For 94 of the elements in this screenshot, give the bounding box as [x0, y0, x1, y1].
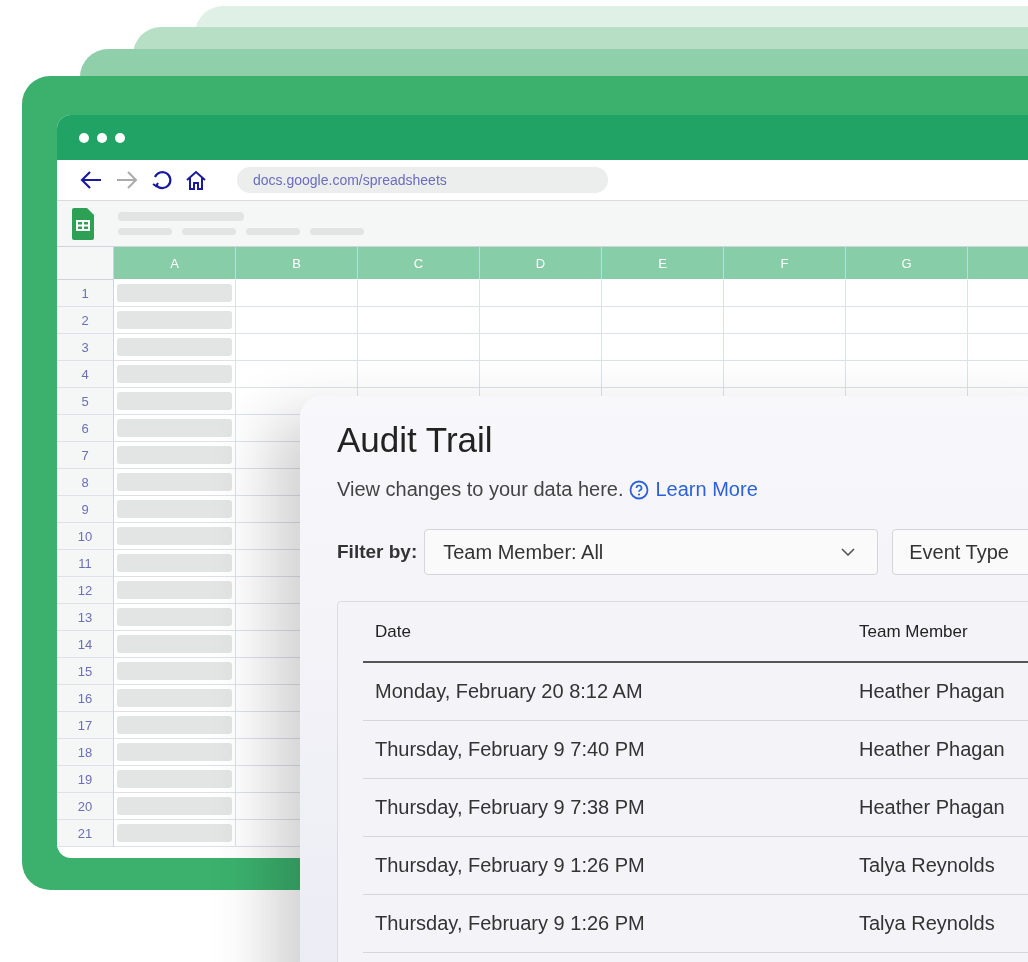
spreadsheet-cell[interactable] [724, 280, 846, 307]
spreadsheet-cell[interactable] [114, 307, 236, 334]
row-number[interactable]: 4 [57, 361, 114, 388]
table-cell-text: Thursday, February 9 1:26 PM [374, 854, 646, 877]
spreadsheet-cell[interactable] [480, 361, 602, 388]
row-number[interactable]: 19 [57, 766, 114, 793]
spreadsheet-cell[interactable] [114, 496, 236, 523]
filter-label: Filter by: [337, 541, 418, 563]
spreadsheet-cell[interactable] [236, 280, 358, 307]
filter-dropdown[interactable]: Event Type [892, 529, 1028, 575]
row-number[interactable]: 10 [57, 523, 114, 550]
table-header: Team Member [859, 621, 968, 642]
table-cell-text: Thursday, February 9 1:26 PM [374, 912, 646, 935]
row-number[interactable]: 18 [57, 739, 114, 766]
table-cell-text: Thursday, February 9 7:38 PM [374, 796, 646, 819]
row-number[interactable]: 17 [57, 712, 114, 739]
spreadsheet-cell[interactable] [114, 550, 236, 577]
spreadsheet-cell[interactable] [114, 739, 236, 766]
spreadsheet-cell[interactable] [114, 658, 236, 685]
table-cell-text: Thursday, February 9 7:40 PM [374, 738, 646, 761]
spreadsheet-cell[interactable] [480, 307, 602, 334]
table-cell-text: Monday, February 20 8:12 AM [374, 680, 644, 703]
row-number[interactable]: 5 [57, 388, 114, 415]
spreadsheet-cell[interactable] [358, 361, 480, 388]
table-cell: Heather Phagan [859, 680, 1005, 703]
table-cell: Talya Reynolds [859, 912, 995, 935]
spreadsheet-cell[interactable] [114, 388, 236, 415]
table-cell: Talya Reynolds [859, 854, 995, 877]
filter-dropdown[interactable]: Team Member: All [424, 529, 879, 575]
spreadsheet-cell[interactable] [114, 577, 236, 604]
spreadsheet-cell[interactable] [480, 334, 602, 361]
spreadsheet-cell[interactable] [114, 442, 236, 469]
row-number[interactable]: 11 [57, 550, 114, 577]
help-icon [629, 479, 650, 500]
row-number[interactable]: 20 [57, 793, 114, 820]
spreadsheet-cell[interactable] [114, 361, 236, 388]
address-bar[interactable]: docs.google.com/spreadsheets [237, 167, 608, 193]
spreadsheet-cell[interactable] [114, 334, 236, 361]
spreadsheet-cell[interactable] [114, 604, 236, 631]
forward-icon[interactable] [115, 170, 139, 190]
row-number[interactable]: 12 [57, 577, 114, 604]
spreadsheet-cell[interactable] [114, 280, 236, 307]
panel-title: Audit Trail [337, 420, 494, 460]
spreadsheet-cell[interactable] [358, 307, 480, 334]
spreadsheet-cell[interactable] [602, 334, 724, 361]
spreadsheet-cell[interactable] [846, 361, 968, 388]
table-cell: Heather Phagan [859, 738, 1005, 761]
spreadsheet-cell[interactable] [602, 280, 724, 307]
spreadsheet-cell[interactable] [846, 334, 968, 361]
row-number[interactable]: 9 [57, 496, 114, 523]
spreadsheet-cell[interactable] [114, 523, 236, 550]
spreadsheet-cell[interactable] [846, 307, 968, 334]
spreadsheet-cell[interactable] [724, 307, 846, 334]
spreadsheet-cell[interactable] [114, 820, 236, 847]
spreadsheet-cell[interactable] [236, 334, 358, 361]
spreadsheet-cell[interactable] [846, 280, 968, 307]
row-number[interactable]: 2 [57, 307, 114, 334]
row-number[interactable]: 13 [57, 604, 114, 631]
spreadsheet-cell[interactable] [358, 334, 480, 361]
back-icon[interactable] [79, 170, 103, 190]
window-dots-icon [79, 132, 125, 143]
table-cell: Heather Phagan [859, 796, 1005, 819]
spreadsheet-icon [72, 207, 94, 240]
spreadsheet-cell[interactable] [114, 793, 236, 820]
spreadsheet-cell[interactable] [358, 280, 480, 307]
spreadsheet-cell[interactable] [602, 361, 724, 388]
spreadsheet-cell[interactable] [724, 361, 846, 388]
row-number[interactable]: 14 [57, 631, 114, 658]
home-icon[interactable] [185, 169, 207, 191]
learn-more-link[interactable]: Learn More [629, 478, 758, 501]
row-number[interactable]: 6 [57, 415, 114, 442]
spreadsheet-cell[interactable] [114, 415, 236, 442]
description-text: View changes to your data here. [337, 478, 624, 501]
row-number[interactable]: 1 [57, 280, 114, 307]
corner-cell[interactable] [57, 247, 114, 280]
spreadsheet-cell[interactable] [724, 334, 846, 361]
row-number[interactable]: 8 [57, 469, 114, 496]
chevron-down-icon [841, 548, 856, 556]
row-number[interactable]: 16 [57, 685, 114, 712]
row-number[interactable]: 3 [57, 334, 114, 361]
table-header: Date [374, 621, 412, 642]
spreadsheet-cell[interactable] [114, 631, 236, 658]
row-number[interactable]: 7 [57, 442, 114, 469]
spreadsheet-cell[interactable] [236, 361, 358, 388]
spreadsheet-cell[interactable] [114, 766, 236, 793]
spreadsheet-cell[interactable] [114, 469, 236, 496]
row-number[interactable]: 15 [57, 658, 114, 685]
spreadsheet-cell[interactable] [114, 685, 236, 712]
spreadsheet-cell[interactable] [236, 307, 358, 334]
spreadsheet-cell[interactable] [602, 307, 724, 334]
spreadsheet-cell[interactable] [480, 280, 602, 307]
row-number[interactable]: 21 [57, 820, 114, 847]
spreadsheet-cell[interactable] [114, 712, 236, 739]
reload-icon[interactable] [151, 169, 173, 191]
